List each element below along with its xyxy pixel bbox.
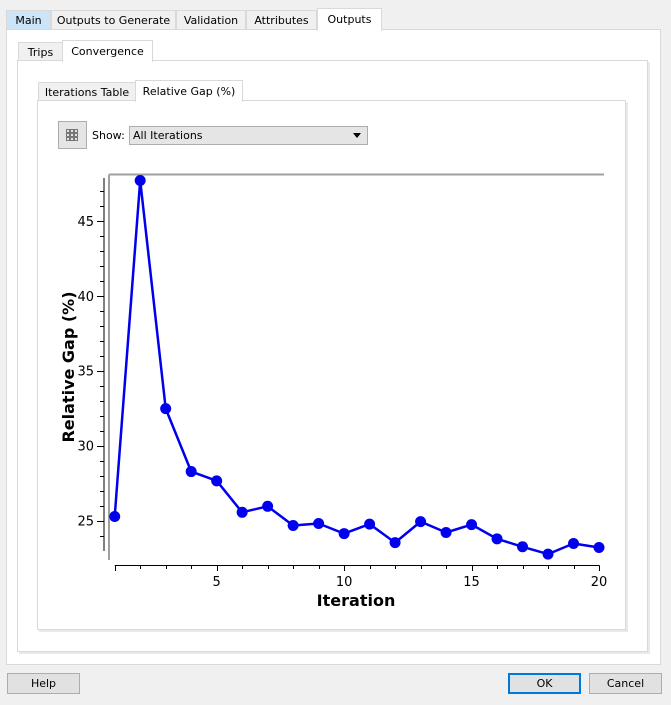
- y-tick-label: 40: [77, 290, 94, 305]
- data-point: [517, 541, 529, 553]
- data-point: [262, 500, 274, 512]
- data-point: [415, 516, 427, 528]
- data-point: [593, 542, 605, 554]
- y-tick-label: 25: [77, 515, 94, 530]
- x-tick-label: 15: [463, 575, 480, 590]
- x-axis-label: Iteration: [317, 591, 396, 610]
- y-axis-label: Relative Gap (%): [59, 291, 78, 442]
- tab-convergence[interactable]: Convergence: [62, 40, 153, 62]
- data-point: [185, 466, 197, 478]
- data-point: [542, 548, 554, 560]
- relative-gap-chart: 25 30 35 40 45 5 10 15 20 Iteration Relative Gap…: [59, 173, 608, 610]
- data-point: [313, 518, 325, 530]
- data-point: [466, 519, 478, 531]
- data-point: [568, 537, 580, 549]
- tab-relative-gap[interactable]: Relative Gap (%): [135, 80, 243, 102]
- data-point: [236, 506, 248, 518]
- y-tick-label: 35: [77, 365, 94, 380]
- data-point: [211, 475, 223, 487]
- x-tick-label: 5: [213, 575, 221, 590]
- y-tick-label: 45: [77, 215, 94, 230]
- data-point: [338, 528, 350, 540]
- y-tick-label: 30: [77, 440, 94, 455]
- tab-outputs[interactable]: Outputs: [317, 8, 382, 31]
- x-tick-label: 10: [336, 575, 353, 590]
- cancel-button[interactable]: Cancel: [589, 673, 662, 694]
- data-point: [364, 518, 376, 530]
- ok-button[interactable]: OK: [508, 673, 581, 694]
- data-point: [160, 403, 172, 415]
- data-point: [109, 510, 121, 522]
- series-line: [113, 179, 600, 556]
- data-point: [491, 533, 503, 545]
- data-point: [287, 519, 299, 531]
- data-point: [134, 174, 146, 186]
- data-point: [440, 527, 452, 539]
- x-tick-label: 20: [591, 575, 608, 590]
- help-button[interactable]: Help: [7, 673, 80, 694]
- data-point: [389, 537, 401, 549]
